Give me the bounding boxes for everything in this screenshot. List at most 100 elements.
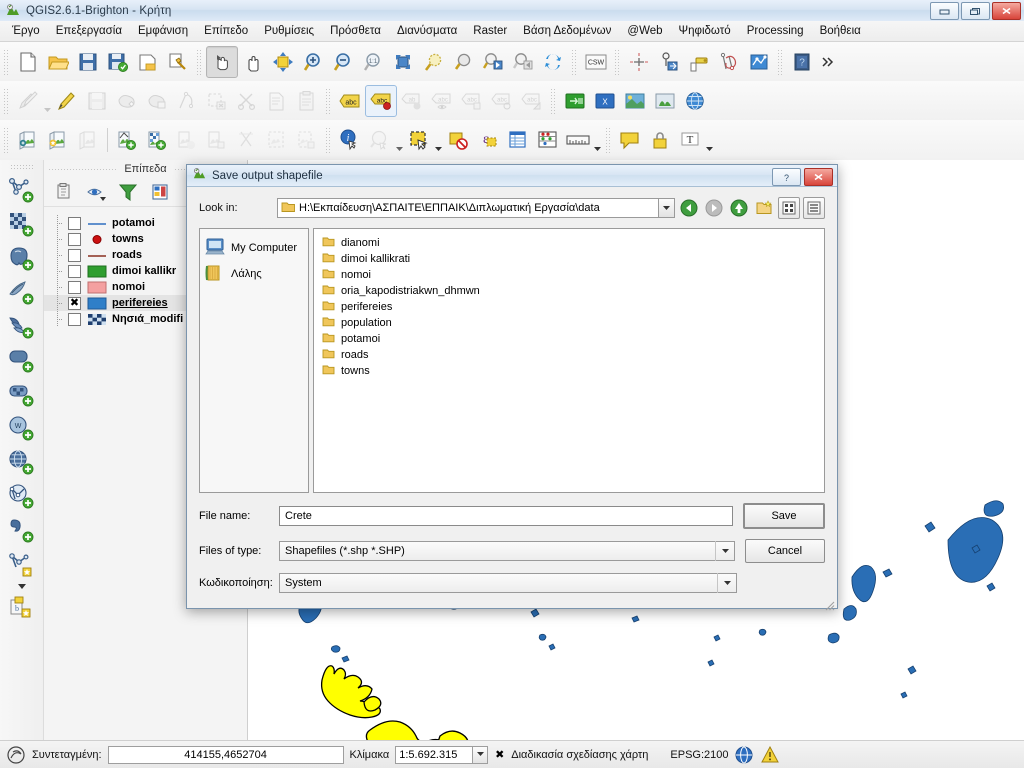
label-pin-icon[interactable]: abc [365,84,397,117]
new-memory-layer-icon[interactable]: b [5,592,39,626]
text-annotation-icon[interactable]: T [675,125,705,155]
remove-layer-icon[interactable] [73,125,103,155]
zoom-out-icon[interactable] [328,47,358,77]
menu-item-help[interactable]: Βοήθεια [812,23,869,39]
add-wcs-layer-icon[interactable] [5,446,39,480]
zoom-to-selection-icon[interactable] [418,47,448,77]
label-show-hide-icon[interactable]: abc [427,86,457,116]
overflow-icon[interactable] [817,47,839,77]
scale-input[interactable]: 1:5.692.315 [395,745,474,764]
save-project-icon[interactable] [73,47,103,77]
menu-item-mosaic[interactable]: Ψηφιδωτό [671,23,739,39]
expand-all-icon[interactable] [146,180,174,204]
crosshair-icon[interactable] [624,47,654,77]
path-dropdown-icon[interactable] [659,198,675,218]
toolbar-grip[interactable] [605,127,612,153]
file-list-item[interactable]: perifereies [318,299,820,315]
crs-icon[interactable] [734,745,754,765]
layer-visibility-checkbox[interactable]: ✖ [68,296,81,310]
statistics-icon[interactable] [533,125,563,155]
add-postgis-layer-icon[interactable] [5,242,39,276]
map-tips-icon[interactable] [365,125,395,155]
close-icon[interactable] [992,2,1021,20]
place-item-my-computer[interactable]: My Computer [204,235,304,261]
new-folder-icon[interactable] [753,197,775,219]
crs-label[interactable]: EPSG:2100 [670,749,728,761]
file-list[interactable]: dianomi dimoi kallikrati nomoi oria_kapo… [313,228,825,493]
render-toggle-icon[interactable] [6,745,26,765]
vector-overlay-icon[interactable] [744,47,774,77]
toolbar-grip[interactable] [9,164,34,171]
label-move-icon[interactable]: ab [397,86,427,116]
menu-item-edit[interactable]: Επεξεργασία [48,23,130,39]
paste-features-icon[interactable] [292,86,322,116]
select-by-expression-icon[interactable]: ε [473,125,503,155]
zoom-next-icon[interactable] [508,47,538,77]
copy-features-icon[interactable] [262,86,292,116]
plugin-green-icon[interactable] [560,86,590,116]
pencil-group-icon[interactable] [13,86,43,116]
add-raster-layer-icon[interactable] [5,208,39,242]
add-delimited-text-layer-icon[interactable] [5,514,39,548]
menu-item-view[interactable]: Εμφάνιση [130,23,196,39]
label-properties-icon[interactable]: abc [517,86,547,116]
lock-icon[interactable] [645,125,675,155]
chevron-down-icon[interactable] [43,83,52,119]
pan-to-selection-icon[interactable] [268,47,298,77]
file-list-item[interactable]: towns [318,363,820,379]
toolbar-grip[interactable] [614,48,621,75]
csw-icon[interactable]: CSW [581,47,611,77]
cut-features-icon[interactable] [232,86,262,116]
composer-manager-icon[interactable] [163,47,193,77]
filter-legend-icon[interactable] [114,180,142,204]
globe-plugin-icon[interactable] [680,86,710,116]
save-layer-edits-icon[interactable] [82,86,112,116]
menu-item-web[interactable]: @Web [619,23,670,39]
file-list-item[interactable]: potamoi [318,331,820,347]
chevron-down-icon[interactable] [434,122,443,158]
menu-item-layer[interactable]: Επίπεδο [196,23,256,39]
layer-visibility-checkbox[interactable] [68,280,81,294]
grass-icon[interactable] [650,86,680,116]
cancel-button[interactable]: Cancel [745,539,825,563]
add-group-icon[interactable] [50,180,78,204]
add-spatialite-layer-icon[interactable] [5,276,39,310]
new-annotation-icon[interactable] [615,125,645,155]
raster-plugin-icon[interactable] [620,86,650,116]
toolbar-grip[interactable] [777,48,784,75]
gps-tools-icon[interactable] [684,47,714,77]
new-shapefile-layer-icon[interactable] [43,125,73,155]
add-wfs-layer-icon[interactable] [5,480,39,514]
layer-visibility-checkbox[interactable] [68,312,81,326]
menu-item-settings[interactable]: Ρυθμίσεις [256,23,322,39]
chevron-down-icon[interactable] [715,541,734,561]
plugin-blue-icon[interactable]: X [590,86,620,116]
file-list-item[interactable]: oria_kapodistriakwn_dhmwn [318,283,820,299]
menu-item-project[interactable]: Έργο [4,23,48,39]
toolbar-grip[interactable] [550,87,557,114]
save-button[interactable]: Save [743,503,825,529]
add-vector-layer-icon[interactable] [5,174,39,208]
toolbar-grip[interactable] [571,48,578,75]
scale-dropdown-icon[interactable] [473,745,489,764]
toolbar-grip[interactable] [3,87,10,114]
chevron-down-icon[interactable] [7,582,37,592]
label-change-icon[interactable]: abc [457,86,487,116]
refresh-icon[interactable] [538,47,568,77]
zoom-full-icon[interactable] [388,47,418,77]
edit-layer-icon[interactable] [202,125,232,155]
toolbar-grip[interactable] [325,87,332,114]
new-print-composer-icon[interactable] [133,47,163,77]
chevron-down-icon[interactable] [705,122,714,158]
toolbar-grip[interactable] [3,127,10,153]
open-attribute-table-icon[interactable] [13,125,43,155]
toggle-editing-icon[interactable] [52,86,82,116]
layer-visibility-checkbox[interactable] [68,248,81,262]
file-list-item[interactable]: nomoi [318,267,820,283]
detail-view-icon[interactable] [803,197,825,219]
layer-visibility-checkbox[interactable] [68,216,81,230]
chevron-down-icon[interactable] [593,122,602,158]
menu-item-raster[interactable]: Raster [465,23,515,39]
render-checkbox[interactable]: ✖ [494,749,505,761]
pan-map-icon[interactable] [238,47,268,77]
